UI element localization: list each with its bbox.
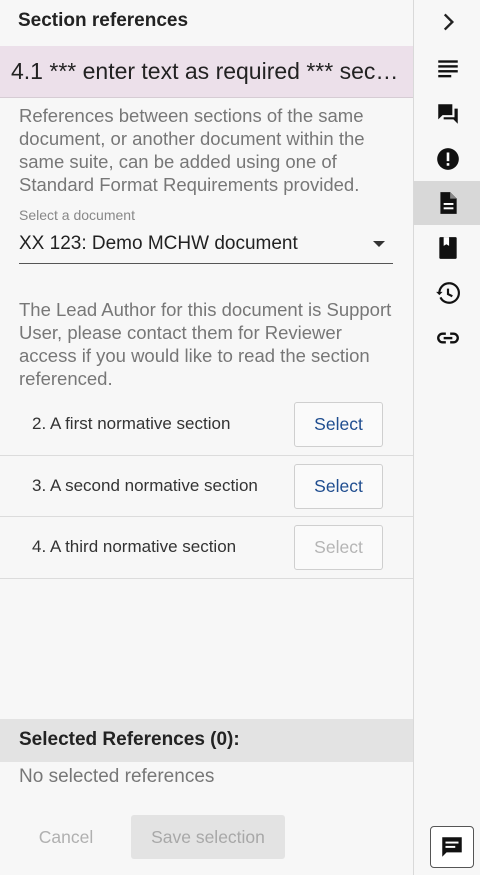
- document-icon: [439, 192, 457, 214]
- section-references-panel: Section references 4.1 *** enter text as…: [0, 0, 413, 875]
- book-icon: [438, 237, 457, 259]
- document-select-label: Select a document: [19, 207, 135, 223]
- panel-title: Section references: [18, 10, 189, 31]
- link-icon: [436, 332, 459, 344]
- history-button[interactable]: [414, 271, 480, 315]
- link-button[interactable]: [414, 316, 480, 360]
- issues-button[interactable]: [414, 137, 480, 181]
- contents-button[interactable]: [414, 47, 480, 91]
- current-section-heading: 4.1 *** enter text as required *** secti…: [11, 58, 402, 84]
- references-button[interactable]: [414, 181, 480, 225]
- select-section-button-disabled: Select: [294, 525, 383, 570]
- section-list: 2. A first normative section Select 3. A…: [0, 394, 413, 579]
- issues-icon: [436, 148, 459, 170]
- contents-icon: [437, 60, 458, 78]
- document-select-value: XX 123: Demo MCHW document: [19, 233, 298, 254]
- comments-button[interactable]: [414, 92, 480, 136]
- no-selection-text: No selected references: [19, 766, 215, 787]
- panel-header: Section references: [0, 0, 413, 46]
- history-icon: [435, 282, 460, 304]
- cancel-button[interactable]: Cancel: [20, 815, 112, 859]
- dropdown-arrow-icon: [373, 241, 385, 247]
- comments-icon: [437, 104, 458, 124]
- selected-references-header: Selected References (0):: [0, 719, 413, 762]
- section-row: 4. A third normative section Select: [0, 517, 413, 579]
- lead-author-note: The Lead Author for this document is Sup…: [19, 299, 392, 389]
- side-rail: [413, 0, 480, 875]
- chat-icon: [442, 837, 462, 857]
- intro-text: References between sections of the same …: [19, 105, 365, 195]
- library-button[interactable]: [414, 226, 480, 270]
- select-section-button[interactable]: Select: [294, 463, 383, 509]
- section-label: 2. A first normative section: [32, 414, 231, 433]
- save-selection-button: Save selection: [131, 815, 285, 859]
- section-label: 3. A second normative section: [32, 475, 258, 495]
- chevron-right-icon: [443, 13, 454, 31]
- chat-button[interactable]: [430, 826, 474, 868]
- document-select[interactable]: XX 123: Demo MCHW document: [19, 228, 393, 264]
- select-section-button[interactable]: Select: [294, 402, 383, 447]
- section-row: 3. A second normative section Select: [0, 456, 413, 517]
- section-label: 4. A third normative section: [32, 537, 237, 556]
- current-section-banner: 4.1 *** enter text as required *** secti…: [0, 46, 413, 98]
- selected-references-title: Selected References (0):: [19, 729, 240, 750]
- collapse-panel-button[interactable]: [414, 0, 480, 44]
- section-row: 2. A first normative section Select: [0, 394, 413, 456]
